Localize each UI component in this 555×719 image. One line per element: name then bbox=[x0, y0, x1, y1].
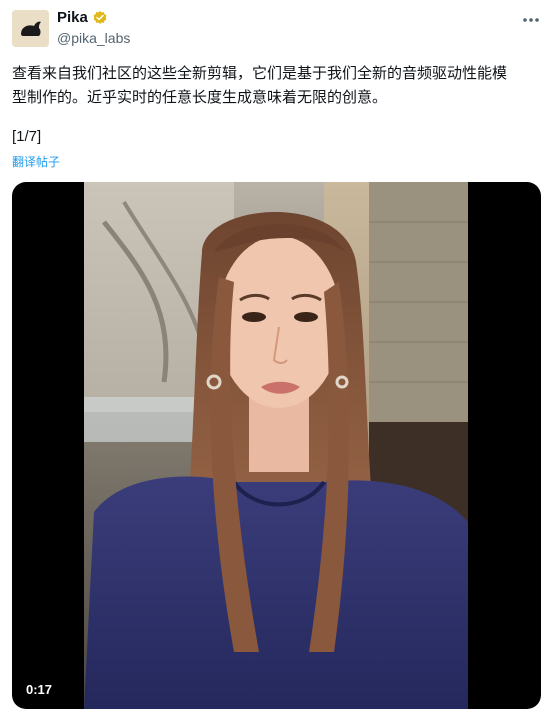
thread-counter: [1/7] bbox=[12, 128, 42, 145]
video-duration: 0:17 bbox=[26, 682, 53, 697]
more-horizontal-icon bbox=[523, 18, 539, 22]
author-avatar[interactable] bbox=[12, 10, 49, 47]
verified-badge-icon bbox=[92, 10, 108, 26]
author-name-row: Pika bbox=[57, 9, 108, 26]
video-player[interactable]: 0:17 bbox=[12, 182, 541, 709]
author-display-name[interactable]: Pika bbox=[57, 9, 88, 26]
video-thumbnail bbox=[84, 182, 468, 709]
more-options-button[interactable] bbox=[519, 10, 543, 30]
translate-post-link[interactable]: 翻译帖子 bbox=[12, 153, 60, 170]
video-frame bbox=[84, 182, 468, 709]
tweet-post: Pika @pika_labs 查看来自我们社区的这些全新剪辑，它们是基于我们全… bbox=[0, 0, 555, 719]
author-handle[interactable]: @pika_labs bbox=[57, 30, 130, 46]
rabbit-logo-icon bbox=[12, 10, 49, 47]
tweet-text: 查看来自我们社区的这些全新剪辑，它们是基于我们全新的音频驱动性能模 型制作的。近… bbox=[12, 65, 508, 106]
